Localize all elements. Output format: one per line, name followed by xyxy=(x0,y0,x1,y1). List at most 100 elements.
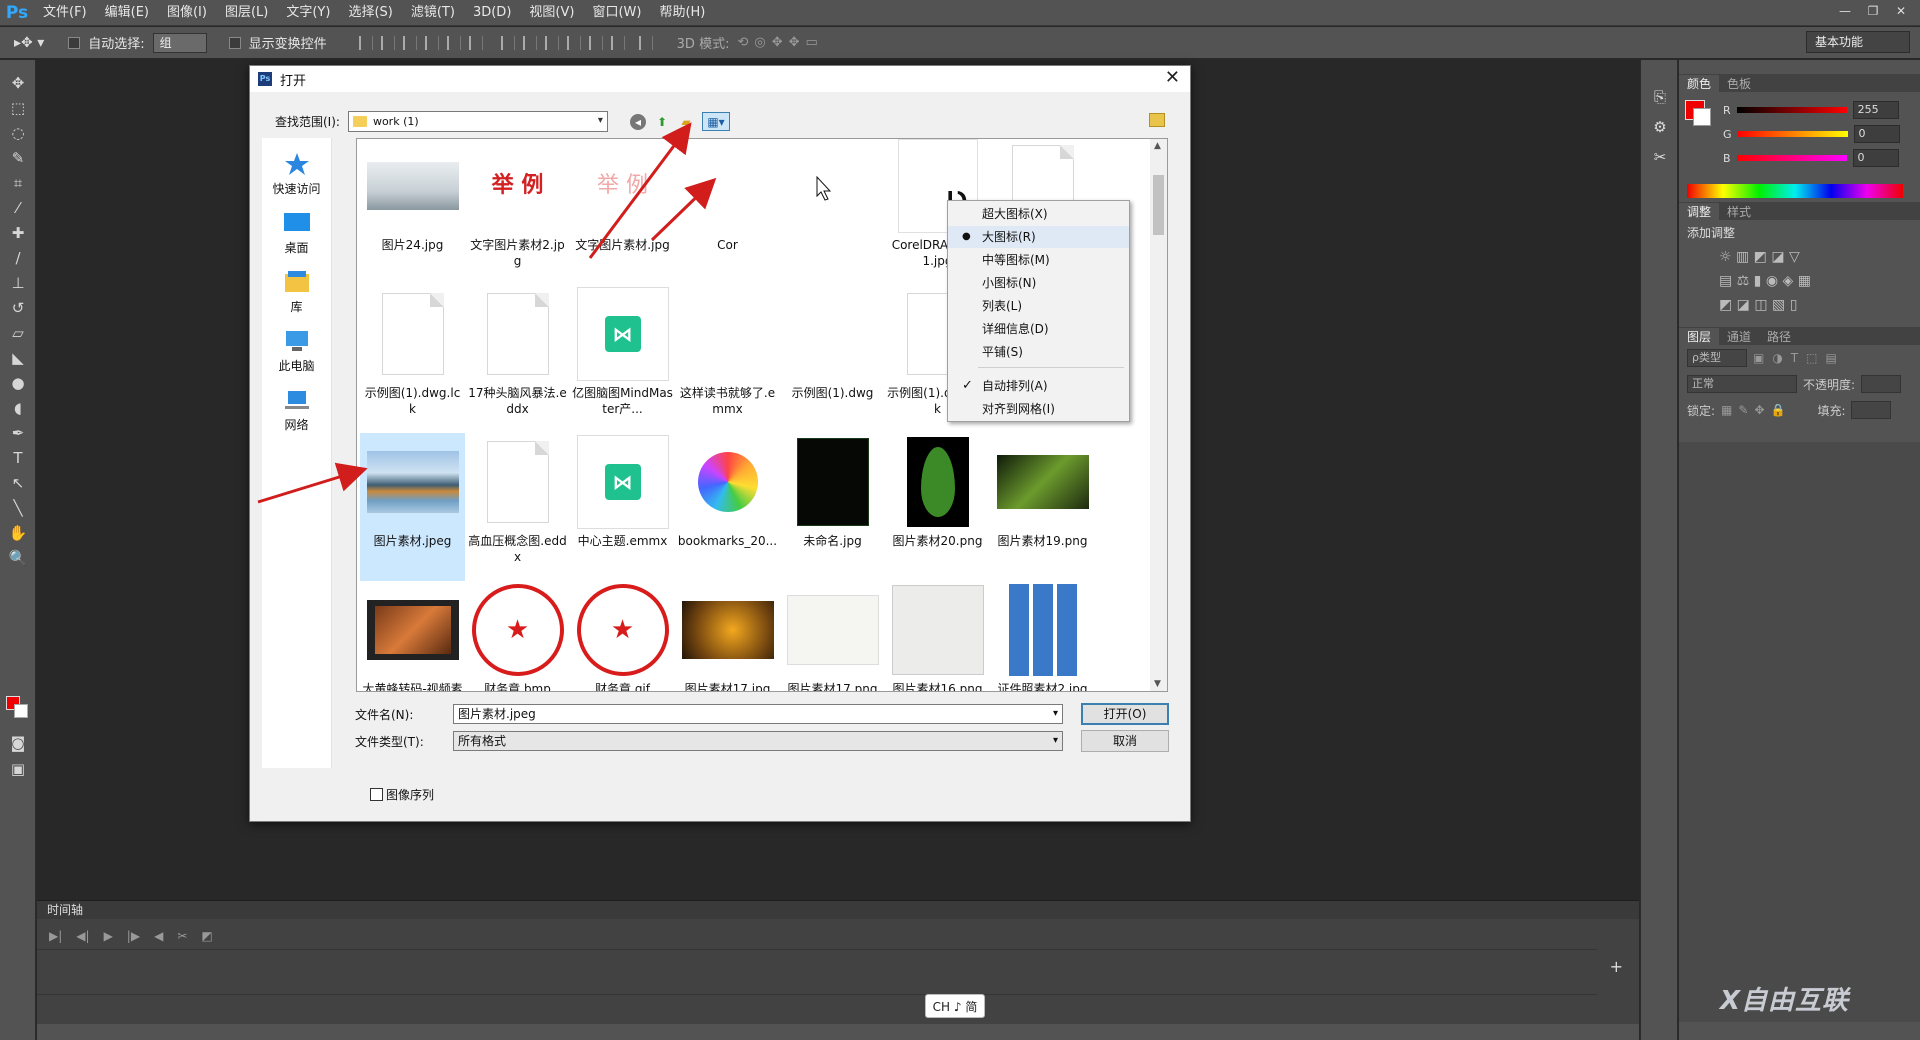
move-tool-icon[interactable]: ✥ xyxy=(0,70,36,95)
file-item[interactable]: 图片素材17.png xyxy=(780,581,885,691)
menu-item[interactable]: 滤镜(T) xyxy=(402,0,464,26)
menu-item[interactable]: 视图(V) xyxy=(520,0,583,26)
path-select-icon[interactable]: ↖ xyxy=(0,470,36,495)
auto-select-dropdown[interactable]: 组 xyxy=(152,32,207,53)
file-item[interactable]: 图片素材19.png xyxy=(990,433,1095,581)
tools-preset-icon[interactable]: ✂ xyxy=(1641,142,1679,172)
file-item[interactable]: 17种头脑风暴法.eddx xyxy=(465,285,570,433)
channel-value-field[interactable]: 0 xyxy=(1853,125,1900,143)
file-item[interactable]: 证件照素材2.jpg xyxy=(990,581,1095,691)
file-item[interactable]: ⋈ 中心主题.emmx xyxy=(570,433,675,581)
minimize-icon[interactable]: — xyxy=(1834,2,1856,20)
fill-field[interactable] xyxy=(1851,401,1892,419)
mode-3d-icons[interactable]: ⟲◎✥✥▭ xyxy=(737,35,823,50)
view-menu-item[interactable]: ✓ 自动排列(A) xyxy=(948,375,1129,397)
properties-panel-icon[interactable]: ⚙ xyxy=(1641,112,1679,142)
file-item[interactable]: 大黄蜂转码-视频素 xyxy=(360,581,465,691)
clone-stamp-icon[interactable]: ⊥ xyxy=(0,270,36,295)
close-icon[interactable]: ✕ xyxy=(1890,2,1912,20)
file-item[interactable]: 示例图(1).dwg xyxy=(780,285,885,433)
tab-swatches[interactable]: 色板 xyxy=(1719,75,1759,92)
history-panel-icon[interactable]: ⎘ xyxy=(1641,82,1679,112)
file-item[interactable] xyxy=(780,139,885,285)
file-item[interactable]: 图片素材.jpeg xyxy=(360,433,465,581)
file-item[interactable]: Cor xyxy=(675,139,780,285)
chevron-down-icon[interactable]: ▾ xyxy=(1053,732,1058,750)
move-tool-icon[interactable]: ▸✥ ▾ xyxy=(14,35,44,51)
eraser-icon[interactable]: ▱ xyxy=(0,320,36,345)
dialog-close-icon[interactable]: ✕ xyxy=(1165,69,1180,87)
place-library[interactable]: 库 xyxy=(262,270,331,315)
screen-mode-icon[interactable]: ▣ xyxy=(0,756,36,781)
menu-item[interactable]: 编辑(E) xyxy=(96,0,158,26)
file-item[interactable]: 这样读书就够了.emmx xyxy=(675,285,780,433)
type-tool-icon[interactable]: T xyxy=(0,445,36,470)
lasso-tool-icon[interactable]: ◌ xyxy=(0,120,36,145)
place-quick-access[interactable]: 快速访问 xyxy=(262,152,331,197)
menu-item[interactable]: 图层(L) xyxy=(216,0,277,26)
scroll-thumb[interactable] xyxy=(1153,175,1164,235)
menu-item[interactable]: 文件(F) xyxy=(34,0,96,26)
lock-icons[interactable]: ▦✎✥🔒 xyxy=(1721,403,1791,417)
filename-input[interactable]: 图片素材.jpeg ▾ xyxy=(453,704,1063,724)
tab-styles[interactable]: 样式 xyxy=(1719,203,1759,220)
file-item[interactable]: 图片素材20.png xyxy=(885,433,990,581)
adjust-icons-row2[interactable]: ▤ ⚖ ▮ ◉ ◈ ▦ xyxy=(1679,269,1920,293)
align-icons[interactable] xyxy=(355,35,657,50)
place-this-pc[interactable]: 此电脑 xyxy=(262,329,331,374)
filetype-select[interactable]: 所有格式 ▾ xyxy=(453,731,1063,751)
menu-item[interactable]: 窗口(W) xyxy=(583,0,650,26)
tab-color[interactable]: 颜色 xyxy=(1679,74,1720,92)
file-item[interactable]: ★ 财务章.bmp xyxy=(465,581,570,691)
view-menu-button[interactable]: ▦▾ xyxy=(702,112,730,131)
layer-kind-filter[interactable]: ρ类型 xyxy=(1687,349,1747,367)
view-menu-item[interactable]: 超大图标(X) xyxy=(948,203,1129,225)
quick-select-icon[interactable]: ✎ xyxy=(0,145,36,170)
place-desktop[interactable]: 桌面 xyxy=(262,211,331,256)
file-item[interactable]: bookmarks_20... xyxy=(675,433,780,581)
dodge-tool-icon[interactable]: ◖ xyxy=(0,395,36,420)
brush-tool-icon[interactable]: ∕ xyxy=(0,245,36,270)
view-menu-item[interactable]: 详细信息(D) xyxy=(948,318,1129,340)
background-color-swatch[interactable] xyxy=(14,704,28,718)
channel-value-field[interactable]: 0 xyxy=(1852,149,1899,167)
file-item[interactable]: 举 例文字图片素材.jpg xyxy=(570,139,675,285)
file-item[interactable]: ★ 财务章.gif xyxy=(570,581,675,691)
open-button[interactable]: 打开(O) xyxy=(1081,703,1169,725)
opacity-field[interactable] xyxy=(1861,375,1902,393)
file-item[interactable]: 未命名.jpg xyxy=(780,433,885,581)
blend-mode-dropdown[interactable]: 正常 xyxy=(1687,375,1797,393)
workspace-switcher[interactable]: 基本功能 xyxy=(1806,31,1910,53)
file-item[interactable]: 图片24.jpg xyxy=(360,139,465,285)
color-spectrum[interactable] xyxy=(1687,184,1903,198)
menu-item[interactable]: 文字(Y) xyxy=(277,0,339,26)
file-item[interactable]: 图片素材17.jpg xyxy=(675,581,780,691)
view-menu-item[interactable]: 平铺(S) xyxy=(948,341,1129,363)
image-sequence-checkbox[interactable] xyxy=(370,788,383,801)
menu-item[interactable]: 选择(S) xyxy=(339,0,401,26)
view-menu-item[interactable]: 中等图标(M) xyxy=(948,249,1129,271)
blur-tool-icon[interactable]: ● xyxy=(0,370,36,395)
desktop-folder-icon[interactable] xyxy=(1149,113,1165,127)
view-menu-item[interactable]: 列表(L) xyxy=(948,295,1129,317)
view-menu-item[interactable]: 对齐到网格(I) xyxy=(948,398,1129,420)
timeline-controls[interactable]: ▶| ◀| ▶ |▶ ◀ ✂ ◩ xyxy=(37,919,1639,953)
tab-paths[interactable]: 路径 xyxy=(1759,328,1799,345)
auto-select-checkbox[interactable] xyxy=(68,36,81,49)
marquee-tool-icon[interactable]: ⬚ xyxy=(0,95,36,120)
eyedropper-icon[interactable]: ⁄ xyxy=(0,195,36,220)
channel-slider[interactable] xyxy=(1736,107,1847,113)
quick-mask-icon[interactable]: ◙ xyxy=(0,730,36,755)
ime-indicator[interactable]: CH ♪ 简 xyxy=(925,994,985,1018)
tab-adjust[interactable]: 调整 xyxy=(1679,202,1720,220)
menu-item[interactable]: 3D(D) xyxy=(464,0,520,26)
restore-icon[interactable]: ❐ xyxy=(1862,2,1884,20)
channel-slider[interactable] xyxy=(1737,131,1848,137)
file-item[interactable]: 举 例文字图片素材2.jpg xyxy=(465,139,570,285)
healing-brush-icon[interactable]: ✚ xyxy=(0,220,36,245)
channel-value-field[interactable]: 255 xyxy=(1852,101,1899,119)
pen-tool-icon[interactable]: ✒ xyxy=(0,420,36,445)
scroll-up-icon[interactable]: ▲ xyxy=(1154,141,1161,151)
zoom-tool-icon[interactable]: 🔍 xyxy=(0,545,36,570)
file-item[interactable]: ⋈ 亿图脑图MindMaster产... xyxy=(570,285,675,433)
